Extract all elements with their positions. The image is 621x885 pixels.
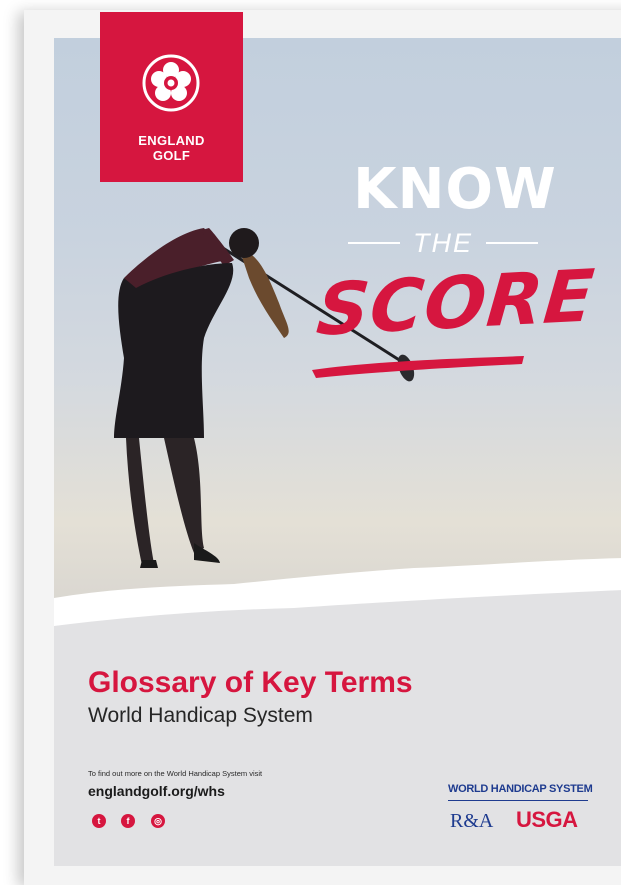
divider-right [486,242,538,244]
logo-line-golf: GOLF [152,148,191,163]
twitter-icon[interactable]: t [92,814,106,828]
england-golf-logo: ENGLAND GOLF [100,12,243,182]
headline-score: SCORE [313,253,599,352]
usga-logo: USGA [516,807,578,832]
document-title: Glossary of Key Terms [88,666,413,699]
instagram-icon[interactable]: ◎ [151,814,165,828]
randa-logo: R&A [450,810,494,832]
logo-line-england: ENGLAND [138,133,205,148]
tudor-rose-icon [142,54,200,112]
info-text: To find out more on the World Handicap S… [88,769,263,778]
document-subtitle: World Handicap System [88,704,313,727]
whs-divider [448,800,588,801]
headline-the-row: THE [348,228,538,258]
website-link[interactable]: englandgolf.org/whs [88,782,225,800]
facebook-icon[interactable]: f [121,814,135,828]
torn-paper-edge [54,558,621,648]
whs-label: WORLD HANDICAP SYSTEM [448,783,593,795]
headline-know: KNOW [353,157,557,222]
logo-wordmark: ENGLAND GOLF [100,133,243,163]
